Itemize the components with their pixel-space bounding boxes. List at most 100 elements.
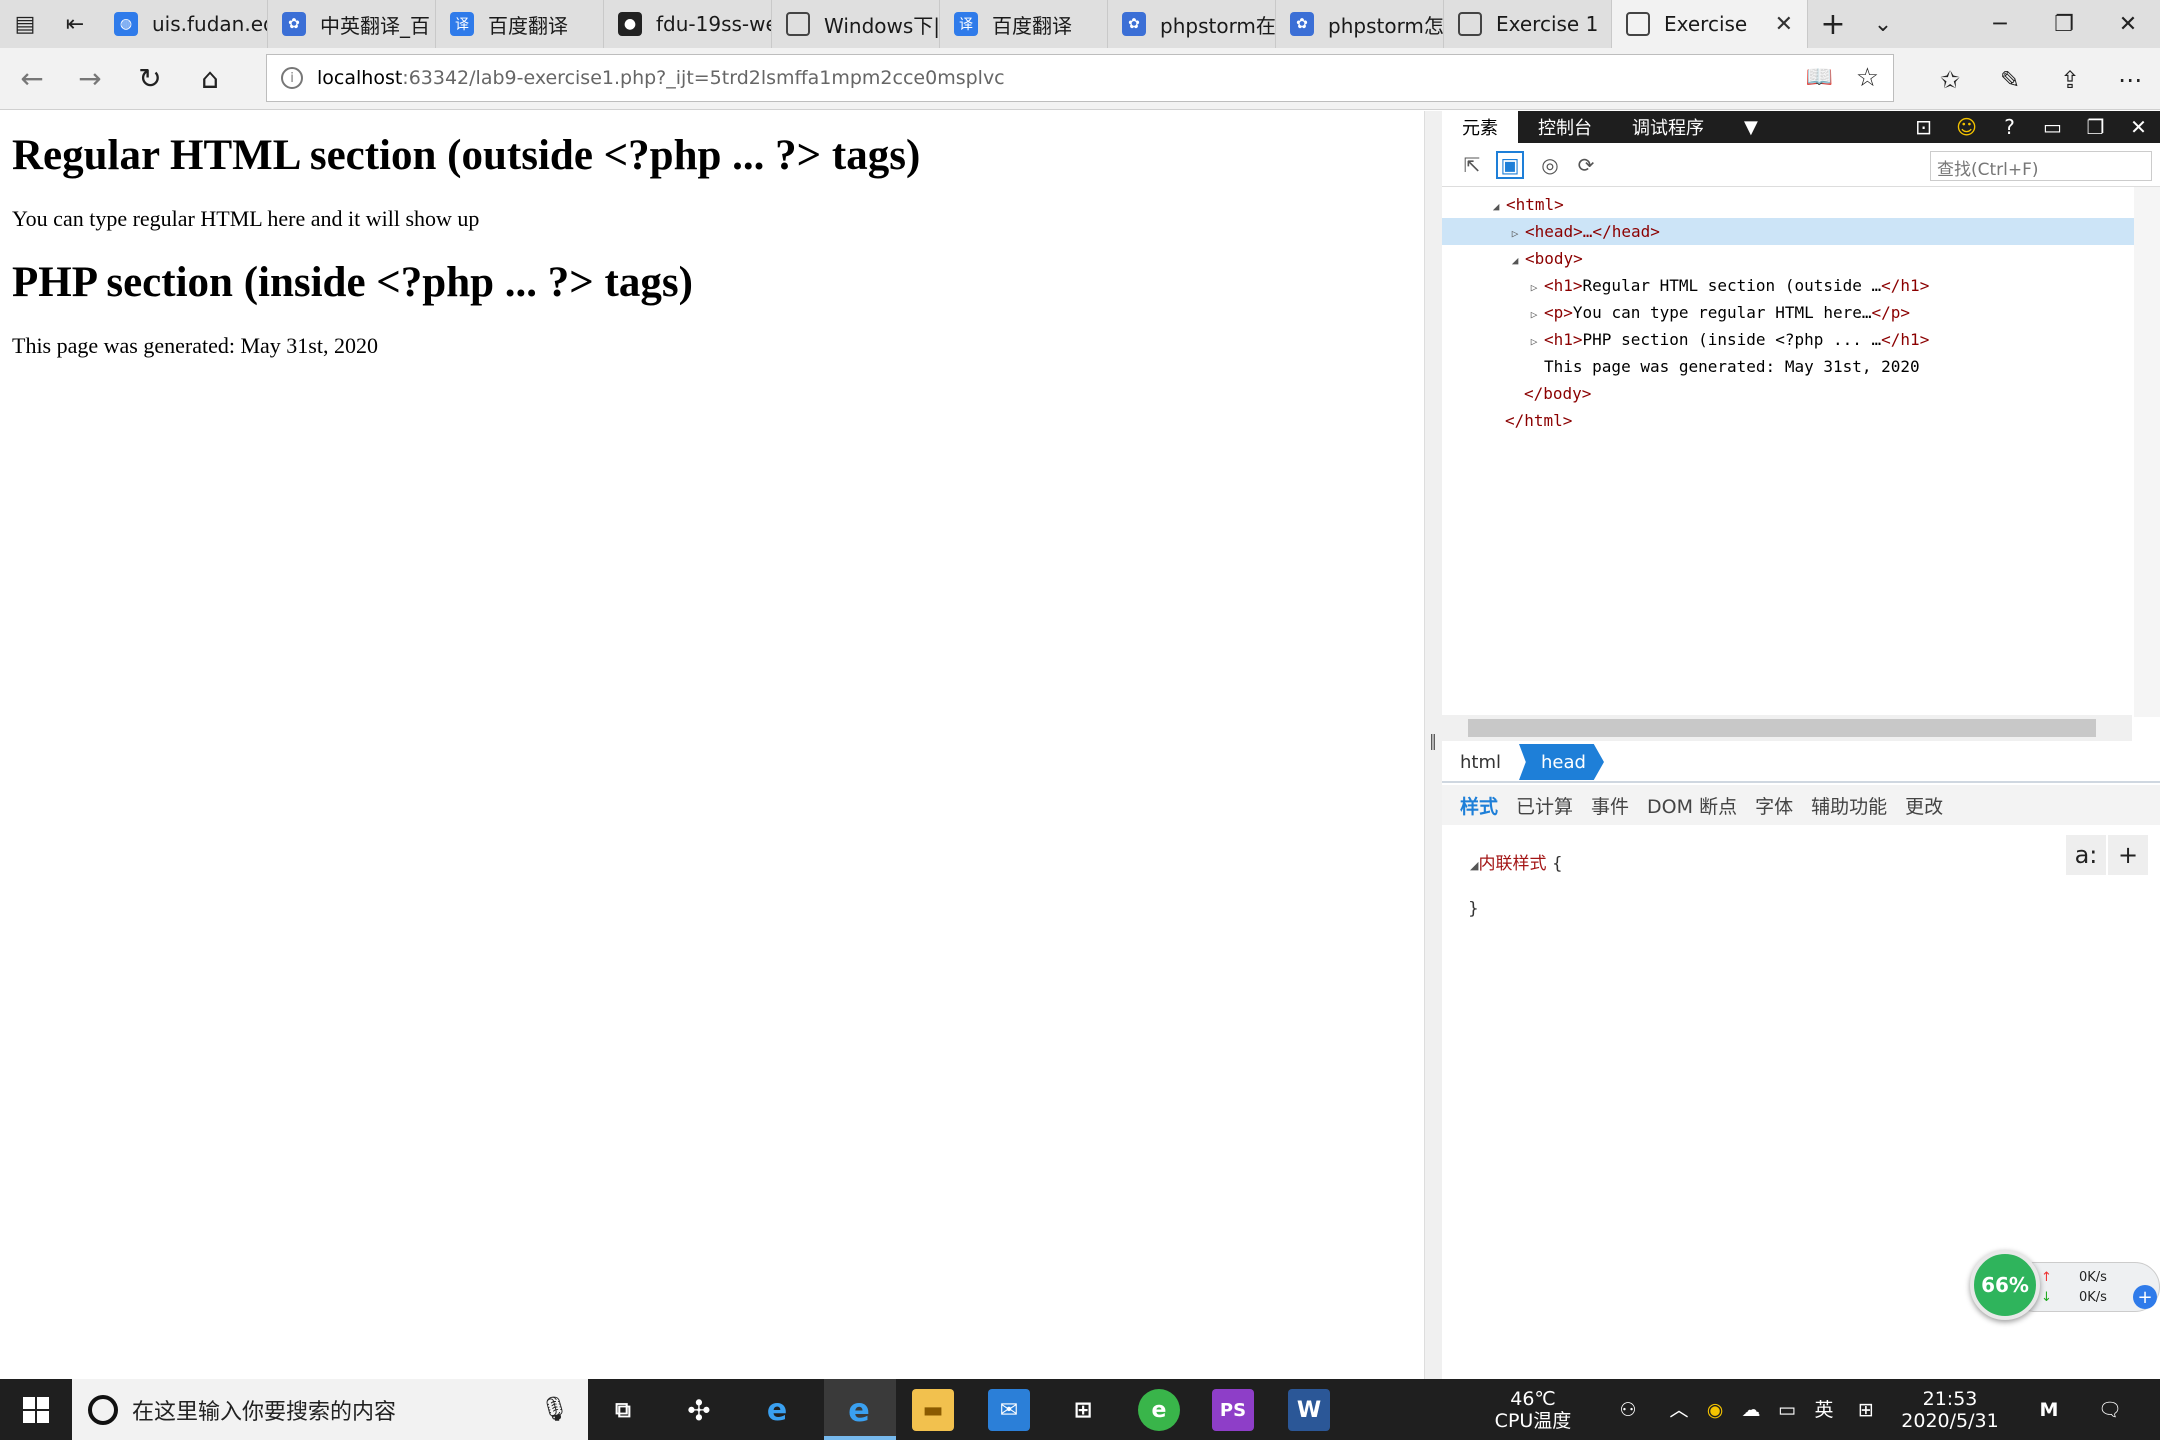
tab-computed[interactable]: 已计算	[1516, 792, 1573, 819]
browser-tab[interactable]: ✿ 中英翻译_百	[268, 0, 436, 48]
tab-preview-chevron-icon[interactable]: ⌄	[1858, 0, 1908, 48]
refresh-icon[interactable]: ↻	[130, 58, 170, 98]
show-hidden-icons-chevron-icon[interactable]: ︿	[1664, 1379, 1694, 1440]
onedrive-cloud-icon[interactable]: ☁	[1736, 1379, 1766, 1440]
store-icon[interactable]: ⊞	[1062, 1389, 1104, 1431]
toggle-pseudo-state-button[interactable]: a:	[2066, 835, 2106, 875]
plus-icon[interactable]: +	[2133, 1285, 2157, 1309]
tab-debugger[interactable]: 调试程序	[1612, 111, 1724, 143]
cpu-temperature[interactable]: 46℃ CPU温度	[1488, 1379, 1578, 1440]
browser-tab[interactable]: 译百度翻译	[940, 0, 1108, 48]
box-model-icon[interactable]: ▣	[1496, 151, 1524, 179]
edge-icon[interactable]: e	[838, 1389, 880, 1431]
add-rule-button[interactable]: +	[2108, 835, 2148, 875]
restore-icon[interactable]: ❐	[2032, 0, 2096, 48]
collapsed-triangle-icon[interactable]: ▷	[1524, 328, 1544, 355]
scrollbar-thumb[interactable]	[1468, 719, 2096, 737]
tab-accessibility[interactable]: 辅助功能	[1811, 792, 1887, 819]
favorites-hub-icon[interactable]: ✩	[1930, 60, 1970, 100]
action-center-icon[interactable]: 🗨	[2090, 1379, 2130, 1440]
console-toggle-icon[interactable]: ⊡	[1902, 115, 1945, 139]
tab-console[interactable]: 控制台	[1518, 111, 1612, 143]
dom-vertical-scrollbar[interactable]	[2134, 187, 2160, 717]
undock-icon[interactable]: ❐	[2074, 115, 2117, 139]
dom-node-h1[interactable]: ▷ <h1>PHP section (inside <?php ... …</h1…	[1442, 326, 2134, 353]
breadcrumb-head[interactable]: head	[1519, 744, 1604, 780]
close-window-icon[interactable]: ✕	[2096, 0, 2160, 48]
forward-icon[interactable]: →	[70, 58, 110, 98]
reading-view-icon[interactable]: 📖	[1806, 65, 1833, 90]
devtools-splitter[interactable]: ‖	[1424, 111, 1442, 1379]
taskbar-search-input[interactable]: 在这里输入你要搜索的内容 🎙	[72, 1379, 588, 1440]
url-input[interactable]: i localhost:63342/lab9-exercise1.php?_ij…	[266, 54, 1894, 102]
dom-horizontal-scrollbar[interactable]	[1442, 715, 2132, 741]
app-tray-icon[interactable]: ◉	[1700, 1379, 1730, 1440]
tab-elements[interactable]: 元素	[1442, 111, 1518, 143]
tab-dom-breakpoints[interactable]: DOM 断点	[1647, 792, 1737, 819]
browser-tab[interactable]: ● fdu-19ss-we	[604, 0, 772, 48]
set-aside-tabs-icon[interactable]: ⇤	[50, 0, 100, 48]
clock[interactable]: 21:53 2020/5/31	[1890, 1379, 2010, 1440]
dom-node-body[interactable]: ◢ <body>	[1442, 245, 2134, 272]
expanded-triangle-icon[interactable]: ◢	[1505, 247, 1525, 274]
tab-fonts[interactable]: 字体	[1755, 792, 1793, 819]
favorite-star-icon[interactable]: ☆	[1856, 63, 1879, 93]
phpstorm-icon[interactable]: PS	[1212, 1389, 1254, 1431]
tab-styles[interactable]: 样式	[1460, 792, 1498, 819]
collapsed-triangle-icon[interactable]: ▷	[1524, 274, 1544, 301]
memory-usage-ball[interactable]: 66%	[1970, 1250, 2040, 1320]
ime-keyboard-icon[interactable]: ⊞	[1848, 1379, 1884, 1440]
expanded-triangle-icon[interactable]: ◢	[1486, 193, 1506, 220]
breadcrumb-html[interactable]: html	[1442, 752, 1519, 773]
color-picker-icon[interactable]: ◎	[1536, 151, 1564, 179]
browser-tab-active[interactable]: Exercise ✕	[1612, 0, 1808, 48]
app-m-tray-icon[interactable]: M	[2024, 1379, 2074, 1440]
web-note-pen-icon[interactable]: ✎	[1990, 60, 2030, 100]
tab-events[interactable]: 事件	[1591, 792, 1629, 819]
minimize-icon[interactable]: ─	[1968, 0, 2032, 48]
browser-tab[interactable]: ✿ phpstorm怎	[1276, 0, 1444, 48]
network-speed-widget[interactable]: ↑ 0K/s ↓ 0K/s + 66%	[1970, 1250, 2160, 1320]
browser-tab[interactable]: Windows下|	[772, 0, 940, 48]
tab-changes[interactable]: 更改	[1905, 792, 1943, 819]
info-icon[interactable]: i	[281, 67, 303, 89]
feedback-smiley-icon[interactable]: ☺	[1945, 115, 1988, 139]
dom-node-h1[interactable]: ▷ <h1>Regular HTML section (outside …</h1…	[1442, 272, 2134, 299]
close-devtools-icon[interactable]: ✕	[2117, 115, 2160, 139]
pinwheel-app-icon[interactable]: ✣	[678, 1389, 720, 1431]
browser-360-icon[interactable]: e	[1138, 1389, 1180, 1431]
back-icon[interactable]: ←	[12, 58, 52, 98]
find-input[interactable]: 查找(Ctrl+F)	[1930, 151, 2152, 181]
start-button[interactable]	[0, 1379, 72, 1440]
more-menu-icon[interactable]: ⋯	[2110, 60, 2150, 100]
browser-tab[interactable]: ✿ phpstorm在	[1108, 0, 1276, 48]
people-icon[interactable]: ⚇	[1608, 1379, 1648, 1440]
tab-manager-icon[interactable]: ▤	[0, 0, 50, 48]
file-explorer-icon[interactable]: ▬	[912, 1389, 954, 1431]
microphone-icon[interactable]: 🎙	[540, 1395, 570, 1423]
inline-style-rule[interactable]: ◢内联样式 {	[1470, 849, 1563, 874]
internet-explorer-icon[interactable]: e	[756, 1389, 798, 1431]
home-icon[interactable]: ⌂	[190, 58, 230, 98]
close-tab-icon[interactable]: ✕	[1775, 12, 1793, 37]
mail-icon[interactable]: ✉	[988, 1389, 1030, 1431]
more-tabs-dropdown-icon[interactable]: ▼	[1724, 111, 1778, 143]
dom-node-html[interactable]: ◢ <html>	[1442, 191, 2134, 218]
help-icon[interactable]: ?	[1988, 115, 2031, 139]
word-icon[interactable]: W	[1288, 1389, 1330, 1431]
dom-node-p[interactable]: ▷ <p>You can type regular HTML here…</p>	[1442, 299, 2134, 326]
share-icon[interactable]: ⇪	[2050, 60, 2090, 100]
collapsed-triangle-icon[interactable]: ▷	[1524, 301, 1544, 328]
ime-language[interactable]: 英	[1806, 1379, 1842, 1440]
browser-tab[interactable]: Exercise 1	[1444, 0, 1612, 48]
dom-text-node[interactable]: This page was generated: May 31st, 2020	[1442, 353, 2134, 380]
browser-tab[interactable]: ◍ uis.fudan.ed	[100, 0, 268, 48]
select-element-icon[interactable]: ⇱	[1458, 151, 1486, 179]
collapsed-triangle-icon[interactable]: ▷	[1505, 220, 1525, 247]
battery-icon[interactable]: ▭	[1772, 1379, 1802, 1440]
task-view-icon[interactable]: ⧉	[602, 1389, 644, 1431]
browser-tab[interactable]: 译百度翻译	[436, 0, 604, 48]
new-tab-icon[interactable]: +	[1808, 0, 1858, 48]
refresh-dom-icon[interactable]: ⟳	[1572, 151, 1600, 179]
dock-bottom-icon[interactable]: ▭	[2031, 115, 2074, 139]
